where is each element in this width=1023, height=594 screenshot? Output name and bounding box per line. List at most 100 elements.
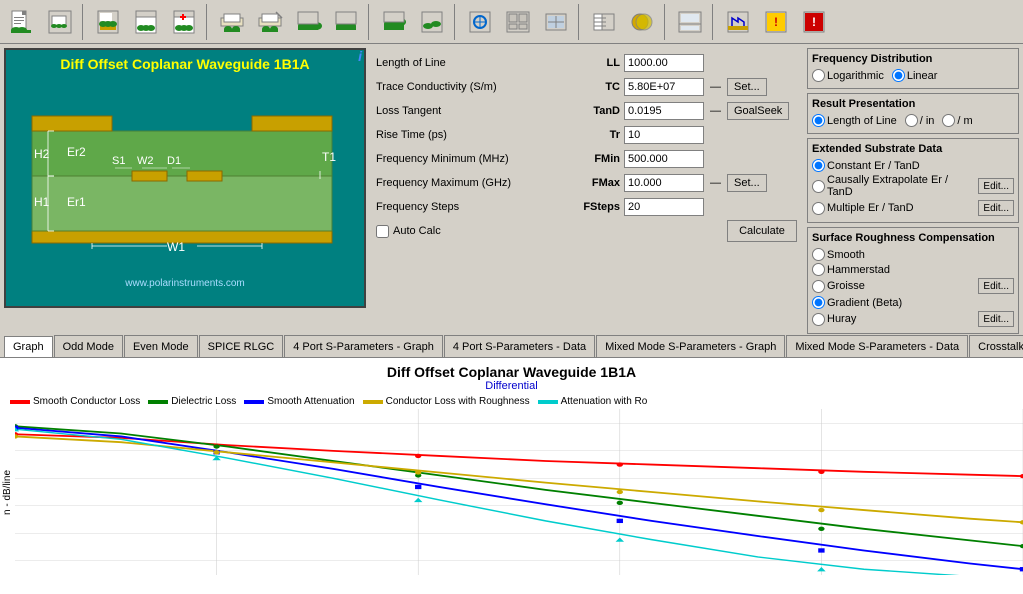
toolbar-btn-14[interactable] xyxy=(538,4,574,40)
sr-groisse-label[interactable]: Groisse xyxy=(812,280,974,293)
toolbar-btn-6[interactable] xyxy=(214,4,250,40)
tab-graph[interactable]: Graph xyxy=(4,336,53,358)
legend-smooth-conductor-color xyxy=(10,400,30,404)
toolbar-btn-2[interactable] xyxy=(42,4,78,40)
ext-sub-multi-label[interactable]: Multiple Er / TanD xyxy=(812,202,974,215)
fmax-label: Frequency Maximum (GHz) xyxy=(376,177,566,189)
ext-sub-causally-edit-btn[interactable]: Edit... xyxy=(978,178,1014,194)
toolbar-btn-11[interactable] xyxy=(414,4,450,40)
svg-text:Er1: Er1 xyxy=(67,195,86,209)
fmax-set-btn[interactable]: Set... xyxy=(727,174,767,192)
toolbar-btn-13[interactable] xyxy=(500,4,536,40)
toolbar-btn-17[interactable] xyxy=(672,4,708,40)
result-pres-m-label[interactable]: / m xyxy=(942,114,972,127)
sr-gradient-radio[interactable] xyxy=(812,296,825,309)
tab-odd-mode[interactable]: Odd Mode xyxy=(54,335,123,357)
sr-gradient-label[interactable]: Gradient (Beta) xyxy=(812,296,1014,309)
legend-dielectric-color xyxy=(148,400,168,404)
toolbar-btn-20[interactable]: ! xyxy=(796,4,832,40)
toolbar-btn-12[interactable] xyxy=(462,4,498,40)
tr-label: Rise Time (ps) xyxy=(376,129,566,141)
tab-mixed-mode-data[interactable]: Mixed Mode S-Parameters - Data xyxy=(786,335,968,357)
svg-text:W1: W1 xyxy=(167,240,185,254)
chart-svg[interactable]: 0 -0.2 -0.4 -0.6 -0.8 -1.0 xyxy=(15,409,1023,575)
ext-sub-multi-radio[interactable] xyxy=(812,202,825,215)
freq-dist-lin-radio[interactable] xyxy=(892,69,905,82)
sr-huray-row: Huray Edit... xyxy=(812,311,1014,327)
sr-huray-edit-btn[interactable]: Edit... xyxy=(978,311,1014,327)
pt-blue-3 xyxy=(617,519,623,523)
freq-dist-lin-label[interactable]: Linear xyxy=(892,69,938,82)
svg-text:H2: H2 xyxy=(34,147,50,161)
tr-code: Tr xyxy=(570,129,620,141)
fmax-input[interactable] xyxy=(624,174,704,192)
tc-input[interactable] xyxy=(624,78,704,96)
toolbar-btn-9[interactable] xyxy=(328,4,364,40)
toolbar-btn-3[interactable] xyxy=(90,4,126,40)
ext-sub-const-radio[interactable] xyxy=(812,159,825,172)
ext-sub-const-label[interactable]: Constant Er / TanD xyxy=(812,159,1014,172)
tr-input[interactable] xyxy=(624,126,704,144)
ext-sub-causally-label[interactable]: Causally Extrapolate Er / TanD xyxy=(812,174,974,198)
toolbar-btn-19[interactable]: ! xyxy=(758,4,794,40)
legend-smooth-conductor: Smooth Conductor Loss xyxy=(10,396,140,407)
pt-yel-4 xyxy=(818,508,824,512)
tc-set-btn[interactable]: Set... xyxy=(727,78,767,96)
toolbar-sep-5 xyxy=(578,4,582,40)
sr-smooth-label[interactable]: Smooth xyxy=(812,248,865,261)
fsteps-input[interactable] xyxy=(624,198,704,216)
tab-4port-sparams-graph[interactable]: 4 Port S-Parameters - Graph xyxy=(284,335,443,357)
tand-input[interactable] xyxy=(624,102,704,120)
result-pres-in-radio[interactable] xyxy=(905,114,918,127)
toolbar-btn-4[interactable] xyxy=(128,4,164,40)
autocalc-checkbox[interactable] xyxy=(376,225,389,238)
result-pres-lol-radio[interactable] xyxy=(812,114,825,127)
freq-dist-title: Frequency Distribution xyxy=(812,53,1014,65)
calculate-btn[interactable]: Calculate xyxy=(727,220,797,242)
toolbar-btn-15[interactable] xyxy=(586,4,622,40)
param-row-ll: Length of Line LL xyxy=(376,52,797,74)
tab-4port-sparams-data[interactable]: 4 Port S-Parameters - Data xyxy=(444,335,595,357)
param-row-tc: Trace Conductivity (S/m) TC — Set... xyxy=(376,76,797,98)
param-row-tr: Rise Time (ps) Tr xyxy=(376,124,797,146)
sr-hammerstad-label[interactable]: Hammerstad xyxy=(812,263,890,276)
sr-smooth-radio[interactable] xyxy=(812,248,825,261)
sr-huray-radio[interactable] xyxy=(812,313,825,326)
waveguide-diagram: S1 W2 D1 Er2 H2 xyxy=(12,76,358,276)
sr-huray-label[interactable]: Huray xyxy=(812,313,974,326)
tab-crosstalk[interactable]: Crosstalk xyxy=(969,335,1023,357)
legend-dielectric: Dielectric Loss xyxy=(148,396,236,407)
freq-dist-log-label[interactable]: Logarithmic xyxy=(812,69,884,82)
sr-smooth-row: Smooth xyxy=(812,248,1014,261)
toolbar-btn-8[interactable] xyxy=(290,4,326,40)
tab-spice-rlgc[interactable]: SPICE RLGC xyxy=(199,335,284,357)
legend-smooth-atten: Smooth Attenuation xyxy=(244,396,354,407)
ll-input[interactable] xyxy=(624,54,704,72)
freq-dist-log-radio[interactable] xyxy=(812,69,825,82)
tab-mixed-mode-graph[interactable]: Mixed Mode S-Parameters - Graph xyxy=(596,335,785,357)
toolbar-btn-7[interactable] xyxy=(252,4,288,40)
legend-atten-rough: Attenuation with Ro xyxy=(538,396,648,407)
ext-sub-causally-radio[interactable] xyxy=(812,180,825,193)
fmin-input[interactable] xyxy=(624,150,704,168)
param-row-tand: Loss Tangent TanD — GoalSeek xyxy=(376,100,797,122)
result-pres-lol-label[interactable]: Length of Line xyxy=(812,114,897,127)
toolbar-btn-5[interactable] xyxy=(166,4,202,40)
toolbar-btn-16[interactable] xyxy=(624,4,660,40)
tand-goalseek-btn[interactable]: GoalSeek xyxy=(727,102,789,120)
tab-even-mode[interactable]: Even Mode xyxy=(124,335,198,357)
sr-hammerstad-radio[interactable] xyxy=(812,263,825,276)
pt-blue-2 xyxy=(415,485,421,489)
result-pres-in-label[interactable]: / in xyxy=(905,114,935,127)
ext-sub-multi-edit-btn[interactable]: Edit... xyxy=(978,200,1014,216)
info-icon[interactable]: i xyxy=(358,48,362,64)
toolbar-btn-10[interactable] xyxy=(376,4,412,40)
chart-svg-container: n - dB/line xyxy=(0,409,1023,575)
y-axis-label: n - dB/line xyxy=(0,409,15,575)
sr-groisse-radio[interactable] xyxy=(812,280,825,293)
toolbar-sep-3 xyxy=(368,4,372,40)
toolbar-btn-18[interactable] xyxy=(720,4,756,40)
result-pres-m-radio[interactable] xyxy=(942,114,955,127)
sr-groisse-edit-btn[interactable]: Edit... xyxy=(978,278,1014,294)
toolbar-btn-1[interactable] xyxy=(4,4,40,40)
